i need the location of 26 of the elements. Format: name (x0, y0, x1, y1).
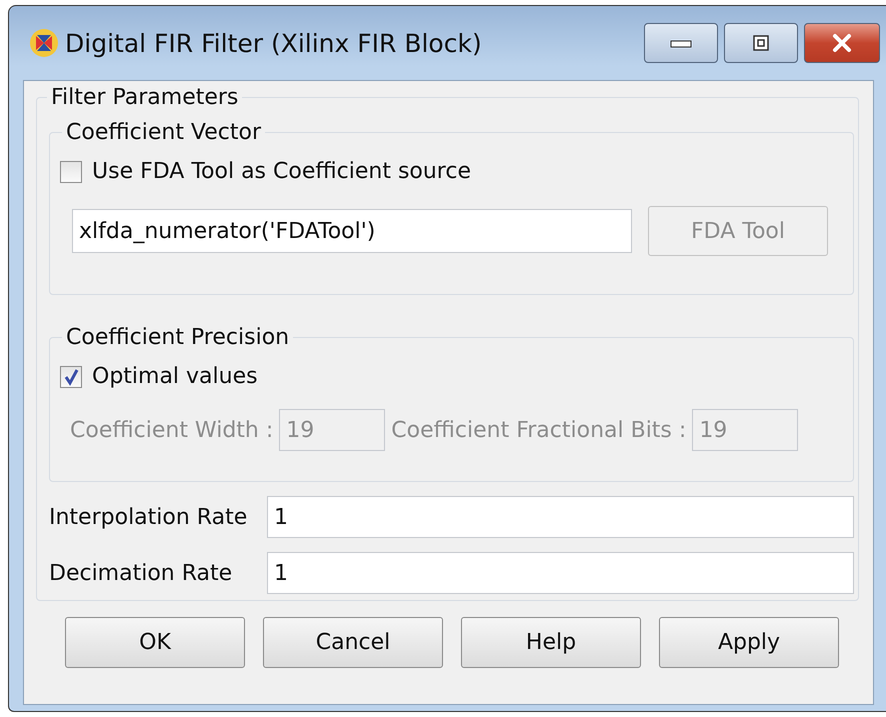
group-title: Coefficient Precision (65, 325, 290, 350)
dialog-button[interactable]: Help (461, 617, 641, 668)
maximize-icon (752, 34, 770, 52)
coefficient-input-field[interactable]: xlfda_numerator('FDATool') (72, 209, 632, 253)
app-logo-icon (29, 28, 59, 58)
maximize-button[interactable] (724, 23, 798, 63)
close-icon (831, 33, 853, 53)
group-title: Filter Parameters (50, 85, 240, 110)
field-label: Coefficient Width : (70, 418, 274, 442)
checkbox[interactable] (60, 366, 82, 388)
field-label: Decimation Rate (49, 560, 234, 586)
group-title: Coefficient Vector (65, 120, 262, 145)
minimize-icon (670, 38, 692, 48)
minimize-button[interactable] (644, 23, 718, 63)
close-button[interactable] (804, 23, 880, 63)
rate-input-field[interactable]: 1 (267, 496, 854, 538)
field-label: Coefficient Fractional Bits : (391, 418, 686, 442)
dialog-button[interactable]: Apply (659, 617, 839, 668)
checkbox-label: Optimal values (92, 364, 258, 389)
dialog-button[interactable]: Cancel (263, 617, 443, 668)
field-label: Interpolation Rate (49, 504, 248, 530)
checkbox[interactable] (60, 160, 82, 182)
rate-input-field[interactable]: 1 (267, 552, 854, 594)
dialog-button[interactable]: OK (65, 617, 245, 668)
checkbox-label: Use FDA Tool as Coefficient source (92, 159, 471, 184)
window-title: Digital FIR Filter (Xilinx FIR Block) (65, 28, 483, 58)
